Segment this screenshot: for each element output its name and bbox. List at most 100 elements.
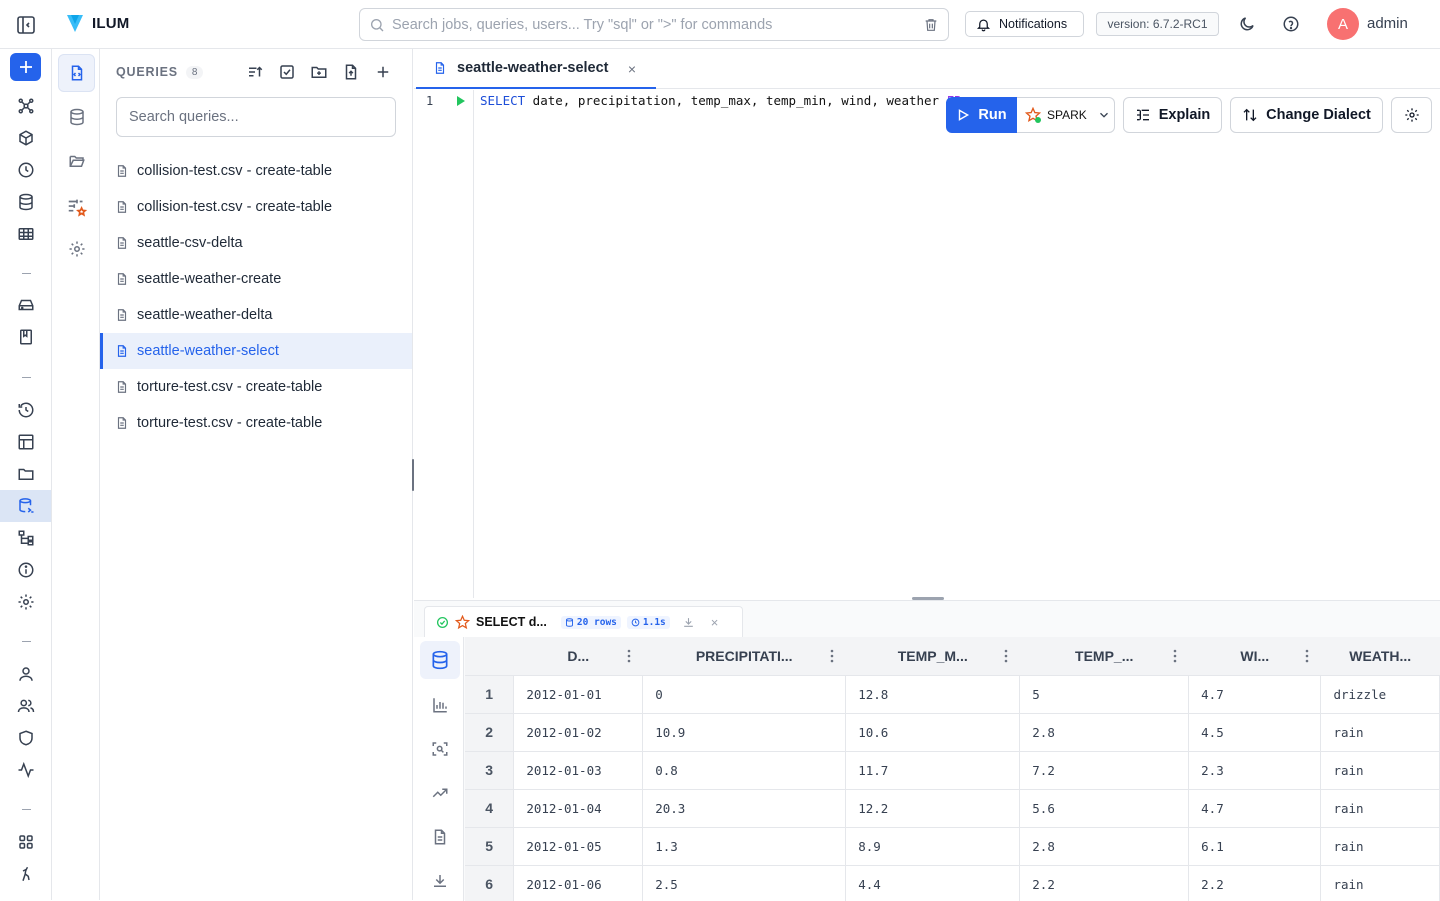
table-view-icon[interactable]	[420, 641, 460, 679]
notifications-button[interactable]: Notifications	[965, 11, 1084, 37]
cell-date[interactable]: 2012-01-05	[513, 827, 644, 866]
cell-wind[interactable]: 6.1	[1188, 827, 1322, 866]
engine-select[interactable]: SPARK	[1017, 97, 1115, 133]
select-icon[interactable]	[278, 63, 296, 81]
moon-icon[interactable]	[1238, 15, 1256, 33]
cell-temp-min[interactable]: 2.2	[1019, 865, 1190, 901]
apps-grid-icon[interactable]	[14, 830, 38, 854]
cell-temp-min[interactable]: 2.8	[1019, 713, 1190, 752]
column-header-temp-min[interactable]: TEMP_...	[1019, 637, 1189, 676]
column-header-precipitation[interactable]: PRECIPITATI...	[642, 637, 846, 676]
kebab-menu-icon[interactable]	[1173, 649, 1177, 663]
activity-icon[interactable]	[14, 758, 38, 782]
app-logo[interactable]: ILUM	[66, 13, 129, 33]
bar-chart-icon[interactable]	[429, 694, 451, 716]
result-tab[interactable]: SELECT d... 20 rows 1.1s ×	[424, 606, 743, 637]
kebab-menu-icon[interactable]	[627, 649, 631, 663]
scan-search-icon[interactable]	[429, 738, 451, 760]
run-line-icon[interactable]	[455, 95, 467, 107]
cell-precipitation[interactable]: 10.9	[642, 713, 847, 752]
cell-temp-min[interactable]: 2.8	[1019, 827, 1190, 866]
users-icon[interactable]	[14, 694, 38, 718]
tab-seattle-weather-select[interactable]: seattle-weather-select ×	[416, 49, 656, 89]
kebab-menu-icon[interactable]	[1004, 649, 1008, 663]
database-icon[interactable]	[14, 190, 38, 214]
sql-code-line[interactable]: SELECT date, precipitation, temp_max, te…	[480, 93, 960, 108]
cell-temp-max[interactable]: 12.2	[845, 789, 1021, 828]
close-result-icon[interactable]: ×	[711, 615, 719, 630]
list-item[interactable]: seattle-weather-create	[100, 261, 412, 297]
document-icon[interactable]	[429, 826, 451, 848]
kebab-menu-icon[interactable]	[830, 649, 834, 663]
list-item[interactable]: torture-test.csv - create-table	[100, 369, 412, 405]
global-search-input[interactable]	[392, 16, 912, 33]
list-item[interactable]: seattle-weather-delta	[100, 297, 412, 333]
cell-temp-max[interactable]: 10.6	[845, 713, 1021, 752]
clock-icon[interactable]	[14, 158, 38, 182]
cell-temp-max[interactable]: 12.8	[845, 675, 1021, 714]
package-icon[interactable]	[14, 126, 38, 150]
history-icon[interactable]	[14, 398, 38, 422]
help-icon[interactable]	[1282, 15, 1300, 33]
list-item[interactable]: seattle-weather-select	[100, 333, 412, 369]
list-item[interactable]: torture-test.csv - create-table	[100, 405, 412, 441]
sql-editor-icon[interactable]	[14, 494, 38, 518]
cell-weather[interactable]: rain	[1320, 865, 1440, 901]
folder-icon[interactable]	[14, 462, 38, 486]
storage-icon[interactable]	[14, 293, 38, 317]
cell-precipitation[interactable]: 1.3	[642, 827, 847, 866]
create-new-button[interactable]	[10, 53, 41, 81]
cell-wind[interactable]: 4.7	[1188, 789, 1322, 828]
cluster-icon[interactable]	[14, 94, 38, 118]
avatar[interactable]: A	[1327, 8, 1359, 40]
gear-icon[interactable]	[65, 237, 89, 261]
shield-icon[interactable]	[14, 726, 38, 750]
table-icon[interactable]	[14, 222, 38, 246]
import-file-icon[interactable]	[342, 63, 360, 81]
kebab-menu-icon[interactable]	[1305, 649, 1309, 663]
settings-icon[interactable]	[14, 590, 38, 614]
list-item[interactable]: collision-test.csv - create-table	[100, 189, 412, 225]
add-query-icon[interactable]	[374, 63, 392, 81]
notebook-icon[interactable]	[14, 325, 38, 349]
cell-date[interactable]: 2012-01-03	[513, 751, 644, 790]
cell-weather[interactable]: rain	[1320, 751, 1440, 790]
change-dialect-button[interactable]: Change Dialect	[1230, 97, 1383, 133]
new-folder-icon[interactable]	[310, 63, 328, 81]
queries-tab-icon[interactable]	[58, 54, 95, 92]
runner-icon[interactable]	[14, 862, 38, 886]
editor-settings-button[interactable]	[1391, 97, 1432, 133]
global-search[interactable]	[359, 8, 949, 41]
spark-config-icon[interactable]	[65, 195, 89, 219]
cell-date[interactable]: 2012-01-01	[513, 675, 644, 714]
trending-up-icon[interactable]	[429, 782, 451, 804]
cell-precipitation[interactable]: 2.5	[642, 865, 847, 901]
column-header-wind[interactable]: WI...	[1188, 637, 1321, 676]
list-item[interactable]: collision-test.csv - create-table	[100, 153, 412, 189]
cell-precipitation[interactable]: 0.8	[642, 751, 847, 790]
cell-wind[interactable]: 4.7	[1188, 675, 1322, 714]
cell-date[interactable]: 2012-01-06	[513, 865, 644, 901]
cell-date[interactable]: 2012-01-04	[513, 789, 644, 828]
sidebar-toggle-icon[interactable]	[14, 13, 38, 37]
cell-temp-min[interactable]: 5.6	[1019, 789, 1190, 828]
column-header-date[interactable]: D...	[513, 637, 643, 676]
lineage-icon[interactable]	[14, 526, 38, 550]
cell-precipitation[interactable]: 0	[642, 675, 847, 714]
cell-precipitation[interactable]: 20.3	[642, 789, 847, 828]
layout-icon[interactable]	[14, 430, 38, 454]
table-row[interactable]: 1 2012-01-01 0 12.8 5 4.7 drizzle	[465, 675, 1440, 714]
cell-wind[interactable]: 2.3	[1188, 751, 1322, 790]
cell-temp-max[interactable]: 11.7	[845, 751, 1021, 790]
folder-open-icon[interactable]	[65, 149, 89, 173]
user-icon[interactable]	[14, 662, 38, 686]
cell-date[interactable]: 2012-01-02	[513, 713, 644, 752]
explain-button[interactable]: Explain	[1123, 97, 1222, 133]
cell-temp-max[interactable]: 8.9	[845, 827, 1021, 866]
username[interactable]: admin	[1367, 15, 1408, 32]
run-button[interactable]: Run	[946, 97, 1017, 133]
table-row[interactable]: 2 2012-01-02 10.9 10.6 2.8 4.5 rain	[465, 713, 1440, 752]
cell-wind[interactable]: 4.5	[1188, 713, 1322, 752]
cell-weather[interactable]: rain	[1320, 713, 1440, 752]
cell-weather[interactable]: rain	[1320, 827, 1440, 866]
